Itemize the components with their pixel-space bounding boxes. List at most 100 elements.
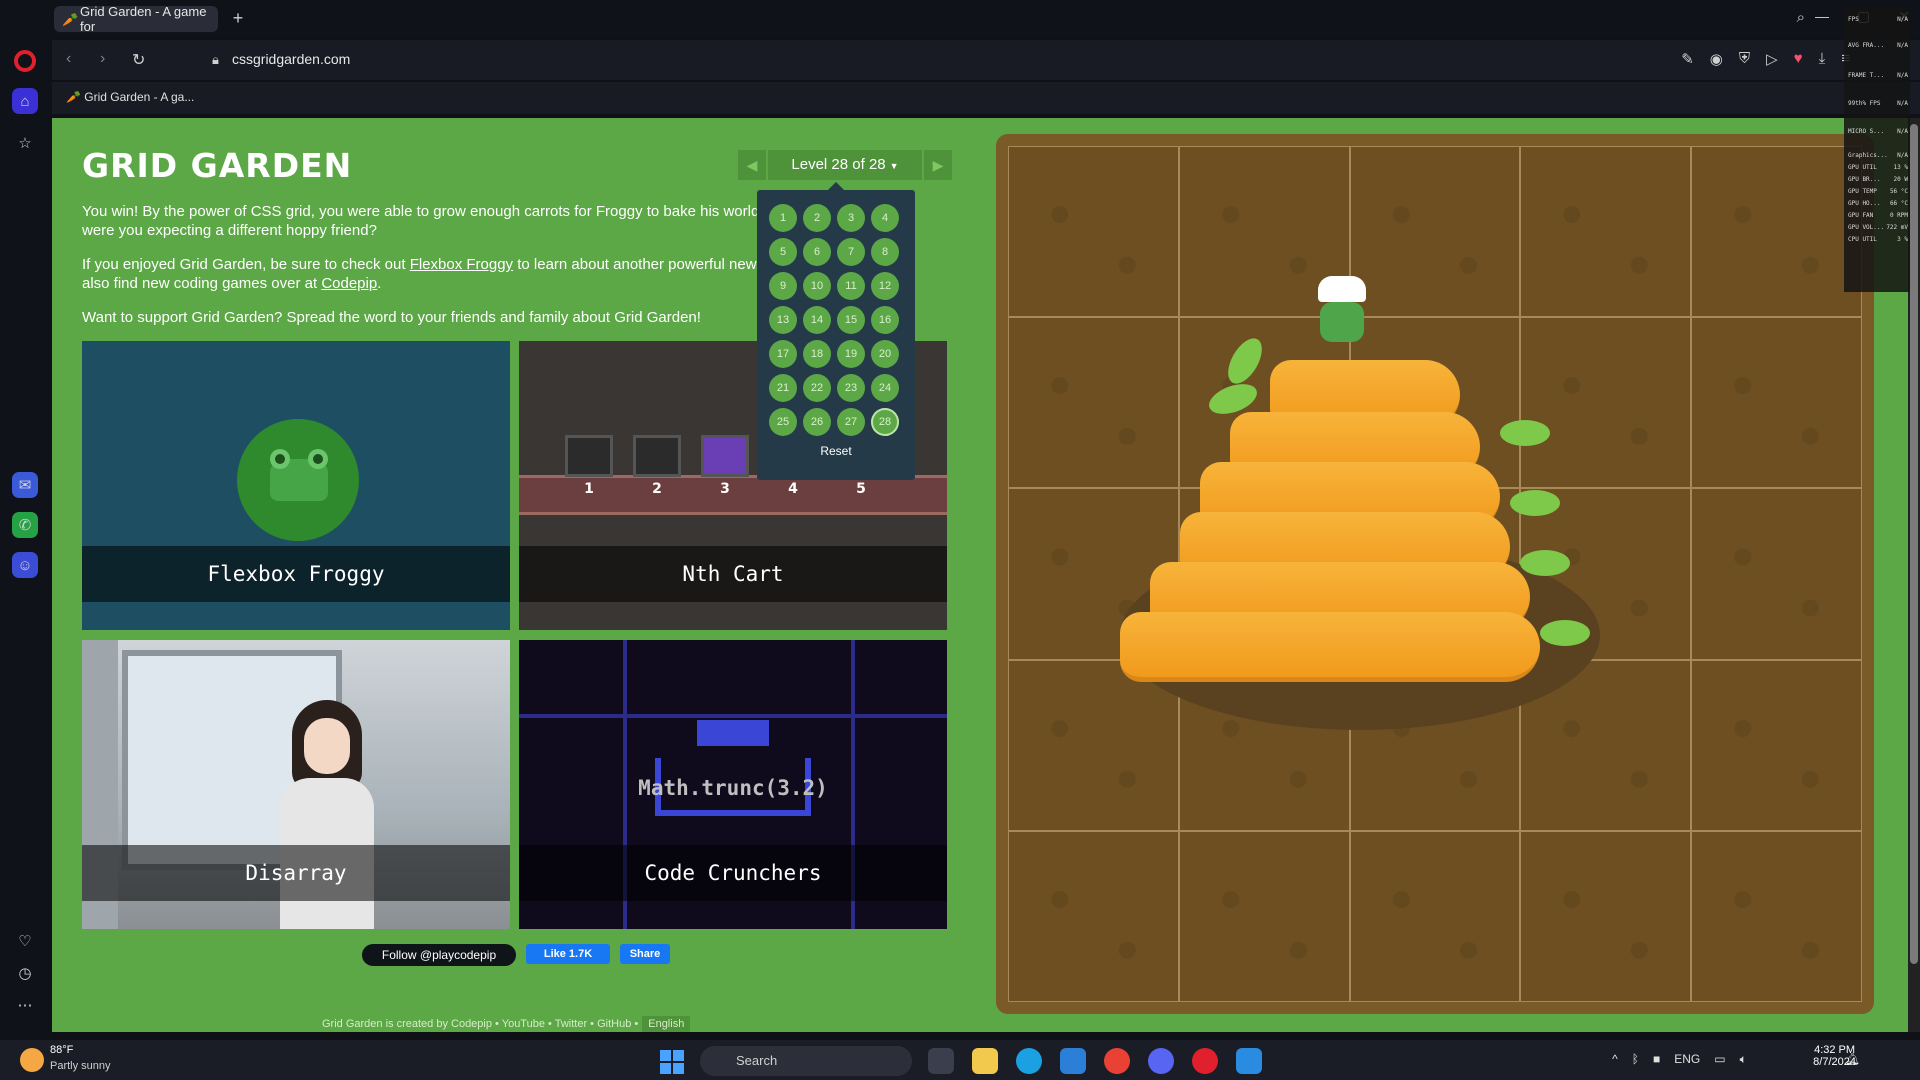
bluetooth-icon[interactable]: ᛒ	[1632, 1052, 1639, 1067]
perf-value: 20 W	[1893, 176, 1908, 183]
perf-value: 0 RPM	[1889, 212, 1908, 219]
language-selector[interactable]: English	[642, 1016, 691, 1032]
level-6-button[interactable]: 6	[803, 238, 831, 266]
level-27-button[interactable]: 27	[837, 408, 865, 436]
facebook-share-button[interactable]: Share	[620, 944, 670, 964]
play-icon[interactable]: ▷	[1766, 50, 1778, 68]
language-indicator[interactable]: ENG	[1674, 1052, 1700, 1067]
level-20-button[interactable]: 20	[871, 340, 899, 368]
flexbox-froggy-card[interactable]: Flexbox Froggy	[82, 341, 510, 630]
whatsapp-icon[interactable]: ✆	[12, 512, 38, 538]
opera-logo-icon[interactable]	[14, 50, 36, 72]
level-19-button[interactable]: 19	[837, 340, 865, 368]
opera-taskbar-icon[interactable]	[1192, 1048, 1218, 1074]
search-tabs-icon[interactable]: ⌕	[1797, 9, 1805, 26]
level-8-button[interactable]: 8	[871, 238, 899, 266]
download-icon[interactable]: ⤓	[1819, 50, 1826, 68]
star-icon[interactable]: ☆	[12, 130, 38, 156]
file-explorer-icon[interactable]	[972, 1048, 998, 1074]
discord-taskbar-icon[interactable]	[1148, 1048, 1174, 1074]
level-12-button[interactable]: 12	[871, 272, 899, 300]
taskbar-clock[interactable]: 4:32 PM 8/7/2024	[1813, 1044, 1856, 1068]
level-18-button[interactable]: 18	[803, 340, 831, 368]
perf-label: GPU HO...	[1848, 200, 1881, 207]
disarray-card[interactable]: Disarray	[82, 640, 510, 929]
discord-icon[interactable]: ☺	[12, 552, 38, 578]
level-14-button[interactable]: 14	[803, 306, 831, 334]
level-28-button[interactable]: 28	[871, 408, 899, 436]
level-17-button[interactable]: 17	[769, 340, 797, 368]
next-level-button[interactable]: ▶	[924, 150, 952, 180]
start-button[interactable]	[660, 1050, 684, 1074]
bookmark-item[interactable]: 🥕 Grid Garden - A ga...	[66, 90, 194, 104]
browser-tab[interactable]: 🥕 Grid Garden - A game for	[54, 4, 218, 34]
level-15-button[interactable]: 15	[837, 306, 865, 334]
chrome-icon[interactable]	[1104, 1048, 1130, 1074]
level-3-button[interactable]: 3	[837, 204, 865, 232]
network-icon[interactable]: ▭	[1714, 1052, 1725, 1067]
new-tab-button[interactable]: +	[228, 9, 248, 29]
volume-icon[interactable]: 🔈︎	[1740, 1052, 1747, 1067]
more-icon[interactable]: ⋯	[12, 992, 38, 1018]
chevron-up-icon[interactable]: ^	[1612, 1052, 1618, 1067]
level-11-button[interactable]: 11	[837, 272, 865, 300]
home-icon[interactable]: ⌂	[12, 88, 38, 114]
vscode-icon[interactable]	[1236, 1048, 1262, 1074]
page-title: GRID GARDEN	[82, 146, 353, 185]
code-crunchers-card[interactable]: Math.trunc(3.2) Code Crunchers	[519, 640, 947, 929]
codepip-link[interactable]: Codepip	[321, 275, 377, 292]
level-22-button[interactable]: 22	[803, 374, 831, 402]
browser-titlebar: 🥕 Grid Garden - A game for + ⌕ — ▢ ✕	[0, 0, 1920, 38]
carrot-leaf	[1221, 332, 1269, 390]
level-7-button[interactable]: 7	[837, 238, 865, 266]
messenger-icon[interactable]: ✉	[12, 472, 38, 498]
level-2-button[interactable]: 2	[803, 204, 831, 232]
chef-hat-icon	[1318, 276, 1366, 302]
perf-row: GPU FAN 0 RPM	[1848, 212, 1908, 219]
level-24-button[interactable]: 24	[871, 374, 899, 402]
heart-icon[interactable]: ♡	[12, 928, 38, 954]
level-25-button[interactable]: 25	[769, 408, 797, 436]
bookmark-label: Grid Garden - A ga...	[84, 90, 195, 104]
garden-cell	[1691, 488, 1862, 660]
heart-red-icon[interactable]: ♥	[1794, 50, 1803, 68]
shield-icon[interactable]: ⛨	[1739, 50, 1750, 68]
camera-icon[interactable]: ◉	[1710, 50, 1723, 68]
scroll-thumb[interactable]	[1910, 124, 1918, 964]
perf-value: 66 °C	[1889, 200, 1908, 207]
perf-label: 99th% FPS	[1848, 100, 1881, 107]
forward-icon[interactable]: ›	[100, 50, 105, 68]
level-9-button[interactable]: 9	[769, 272, 797, 300]
notepad-icon[interactable]	[1060, 1048, 1086, 1074]
perf-value: N/A	[1897, 128, 1908, 135]
edit-icon[interactable]: ✎	[1681, 50, 1694, 68]
back-icon[interactable]: ‹	[66, 50, 71, 68]
level-13-button[interactable]: 13	[769, 306, 797, 334]
cart-number: 3	[720, 481, 730, 497]
previous-level-button[interactable]: ◀	[738, 150, 766, 180]
level-23-button[interactable]: 23	[837, 374, 865, 402]
edge-icon[interactable]	[1016, 1048, 1042, 1074]
minimize-button[interactable]: —	[1815, 8, 1829, 25]
level-21-button[interactable]: 21	[769, 374, 797, 402]
level-26-button[interactable]: 26	[803, 408, 831, 436]
facebook-like-button[interactable]: Like 1.7K	[526, 944, 610, 964]
level-1-button[interactable]: 1	[769, 204, 797, 232]
level-indicator[interactable]: Level 28 of 28 ▼	[768, 150, 922, 180]
level-10-button[interactable]: 10	[803, 272, 831, 300]
level-5-button[interactable]: 5	[769, 238, 797, 266]
reload-icon[interactable]: ↻	[132, 50, 145, 70]
weather-icon[interactable]	[20, 1048, 44, 1072]
reset-button[interactable]: Reset	[757, 444, 915, 458]
carrot-leaf	[1500, 420, 1550, 446]
level-16-button[interactable]: 16	[871, 306, 899, 334]
level-4-button[interactable]: 4	[871, 204, 899, 232]
history-icon[interactable]: ◷	[12, 960, 38, 986]
chef-frog-icon	[1312, 276, 1372, 346]
url-field[interactable]: cssgridgarden.com	[232, 51, 350, 67]
flexbox-froggy-link[interactable]: Flexbox Froggy	[410, 256, 513, 273]
twitter-follow-button[interactable]: Follow @playcodepip	[362, 944, 516, 966]
app-tray-icon[interactable]: ■	[1653, 1052, 1660, 1067]
task-view-icon[interactable]	[928, 1048, 954, 1074]
taskbar-search[interactable]: Search	[700, 1046, 912, 1076]
